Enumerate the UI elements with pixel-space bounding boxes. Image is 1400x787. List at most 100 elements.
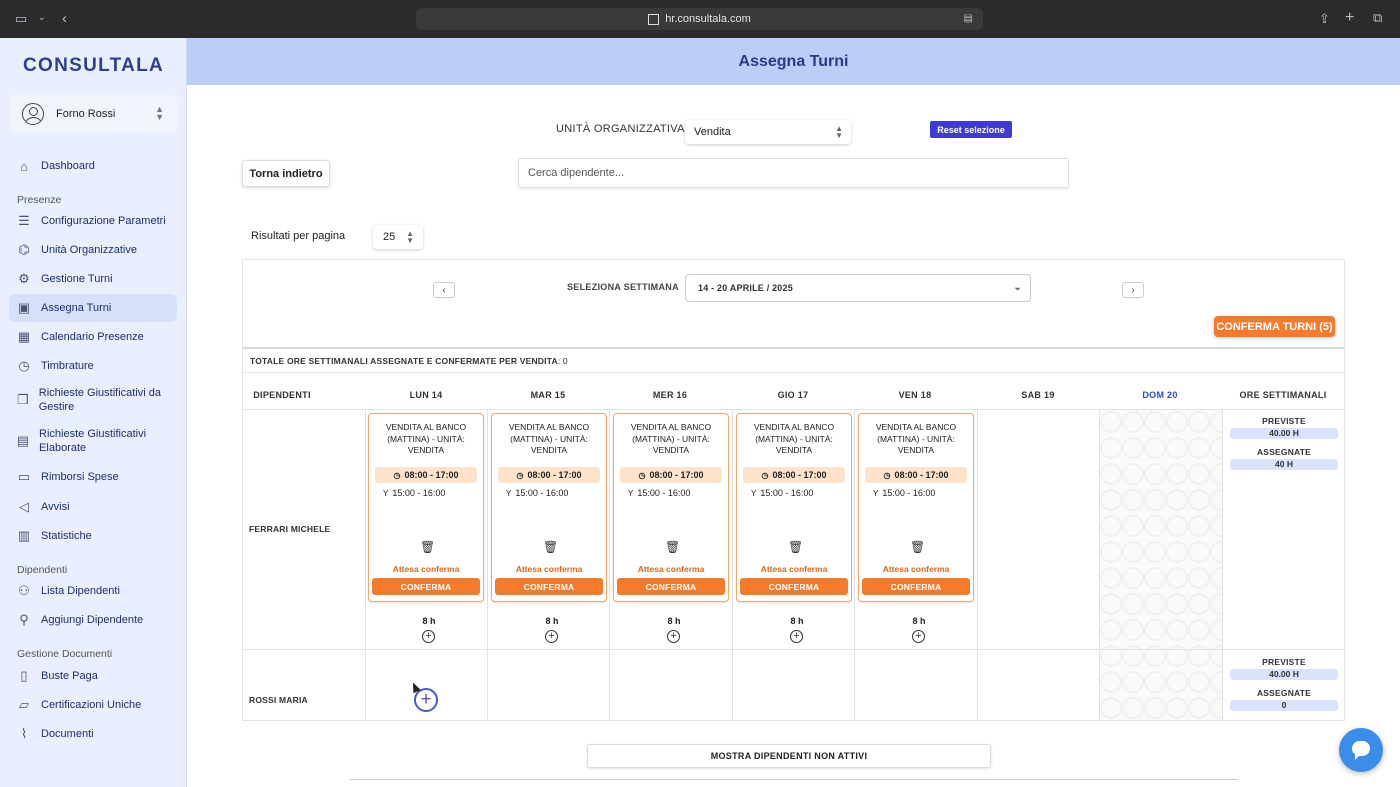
trash-icon[interactable]: 🗑: [420, 540, 435, 554]
sidebar-item-richieste-da-gestire[interactable]: ❐ Richieste Giustificativi da Gestire: [9, 382, 177, 418]
column-header-ore-settimanali: ORE SETTIMANALI: [1239, 389, 1327, 400]
cocktail-icon: Y: [873, 489, 879, 498]
shift-name: VENDITA AL BANCO (MATTINA) - UNITÀ: VEND…: [875, 422, 957, 455]
user-plus-icon: ⚲: [19, 612, 29, 627]
sidebar-item-rimborsi-spese[interactable]: ▭ Rimborsi Spese: [9, 463, 177, 491]
tabs-overview-icon[interactable]: ⧉: [1373, 11, 1382, 24]
address-bar[interactable]: hr.consultala.com ▤: [416, 8, 983, 30]
sidebar-item-assegna-turni[interactable]: ▣ Assegna Turni: [9, 294, 177, 322]
new-tab-icon[interactable]: +: [1345, 10, 1354, 26]
sidebar-item-label: Assegna Turni: [41, 302, 112, 314]
back-button[interactable]: Torna indietro: [242, 160, 330, 187]
clock-icon: ◷: [516, 470, 524, 480]
sidebar-item-timbrature[interactable]: ◷ Timbrature: [9, 352, 177, 380]
show-inactive-employees-button[interactable]: MOSTRA DIPENDENTI NON ATTIVI: [587, 744, 991, 768]
megaphone-icon: ◁: [19, 499, 29, 514]
shift-time-value: 08:00 - 17:00: [649, 470, 704, 480]
shift-break: Y 15:00 - 16:00: [751, 488, 813, 498]
row-divider: [243, 649, 1344, 650]
trash-icon[interactable]: 🗑: [543, 540, 558, 554]
shift-status: Attesa conferma: [760, 564, 828, 574]
confirm-shifts-button[interactable]: CONFERMA TURNI (5): [1214, 316, 1335, 337]
add-shift-icon[interactable]: +: [422, 630, 435, 643]
sidebar-item-buste-paga[interactable]: ▯ Buste Paga: [9, 662, 177, 690]
sidebar-item-avvisi[interactable]: ◁ Avvisi: [9, 493, 177, 521]
chevron-down-icon: ⌄: [1013, 282, 1022, 293]
results-per-page-label: Risultati per pagina: [251, 230, 346, 242]
totals-unit: VENDITA: [519, 355, 558, 366]
shift-status: Attesa conferma: [637, 564, 705, 574]
trash-icon[interactable]: 🗑: [910, 540, 925, 554]
shift-card[interactable]: VENDITA AL BANCO (MATTINA) - UNITÀ: VEND…: [736, 413, 852, 602]
cocktail-icon: Y: [383, 489, 389, 498]
weekly-totals-bar: TOTALE ORE SETTIMANALI ASSEGNATE E CONFE…: [243, 347, 1344, 373]
add-shift-icon[interactable]: +: [667, 630, 680, 643]
users-icon: ⚇: [18, 583, 30, 598]
shift-break-value: 15:00 - 16:00: [637, 488, 691, 498]
add-shift-icon[interactable]: +: [790, 630, 803, 643]
share-icon[interactable]: ⇪: [1319, 12, 1330, 25]
sidebar-item-documenti[interactable]: ⌇ Documenti: [9, 720, 177, 748]
org-unit-select[interactable]: Vendita ▲ ▼: [685, 120, 851, 144]
sidebar: CONSULTALA Forno Rossi ▲ ▼ ⌂ Dashboard Pr…: [0, 38, 187, 787]
sidebar-item-label: Lista Dipendenti: [41, 585, 120, 597]
trash-icon[interactable]: 🗑: [665, 540, 680, 554]
shift-break-value: 15:00 - 16:00: [760, 488, 814, 498]
sidebar-item-calendario-presenze[interactable]: ▦ Calendario Presenze: [9, 323, 177, 351]
week-select[interactable]: 14 - 20 APRILE / 2025 ⌄: [685, 274, 1031, 302]
trash-icon[interactable]: 🗑: [788, 540, 803, 554]
sidebar-item-certificazioni-uniche[interactable]: ▱ Certificazioni Uniche: [9, 691, 177, 719]
previste-value: 40.00 H: [1230, 428, 1338, 439]
confirm-shift-button[interactable]: CONFERMA: [617, 578, 725, 595]
company-switcher[interactable]: Forno Rossi ▲ ▼: [9, 95, 177, 133]
chat-button[interactable]: [1339, 728, 1383, 772]
shift-time: ◷ 08:00 - 17:00: [865, 467, 967, 483]
sidebar-item-label: Documenti: [41, 728, 94, 740]
sidebar-item-dashboard[interactable]: ⌂ Dashboard: [9, 152, 177, 180]
sidebar-item-statistiche[interactable]: ▥ Statistiche: [9, 522, 177, 550]
sidebar-item-richieste-elaborate[interactable]: ▤ Richieste Giustificativi Elaborate: [9, 423, 177, 459]
sidebar-item-lista-dipendenti[interactable]: ⚇ Lista Dipendenti: [9, 577, 177, 605]
add-shift-icon[interactable]: +: [912, 630, 925, 643]
column-header-sab: SAB 19: [1021, 389, 1055, 400]
totals-prefix: TOTALE ORE SETTIMANALI ASSEGNATE E CONFE…: [250, 355, 518, 366]
file-icon: ▯: [20, 668, 28, 683]
row-divider: [243, 409, 1344, 410]
shift-name: VENDITA AL BANCO (MATTINA) - UNITÀ: VEND…: [630, 422, 712, 455]
sidebar-item-label: Avvisi: [41, 501, 70, 513]
reader-icon[interactable]: ▤: [964, 13, 973, 24]
shift-name: VENDITA AL BANCO (MATTINA) - UNITÀ: VEND…: [508, 422, 590, 455]
sidebar-item-configurazione-parametri[interactable]: ☰ Configurazione Parametri: [9, 207, 177, 235]
shift-break-value: 15:00 - 16:00: [515, 488, 569, 498]
search-employee-input[interactable]: [518, 158, 1069, 188]
chevron-updown-icon: ▲ ▼: [406, 229, 414, 245]
add-shift-button[interactable]: +: [414, 688, 438, 712]
chevron-down-icon[interactable]: ⌄: [38, 13, 46, 22]
clock-icon: ◷: [393, 470, 401, 480]
next-week-button[interactable]: ›: [1122, 282, 1144, 298]
shift-card[interactable]: VENDITA AL BANCO (MATTINA) - UNITÀ: VEND…: [613, 413, 729, 602]
shift-card[interactable]: VENDITA AL BANCO (MATTINA) - UNITÀ: VEND…: [491, 413, 607, 602]
sidebar-item-gestione-turni[interactable]: ⚙ Gestione Turni: [9, 265, 177, 293]
add-shift-icon[interactable]: +: [545, 630, 558, 643]
shift-card[interactable]: VENDITA AL BANCO (MATTINA) - UNITÀ: VEND…: [858, 413, 974, 602]
previste-value: 40.00 H: [1230, 669, 1338, 680]
reset-selection-button[interactable]: Reset selezione: [930, 121, 1012, 138]
confirm-shift-button[interactable]: CONFERMA: [740, 578, 848, 595]
avatar: [22, 103, 44, 125]
column-divider: [977, 409, 978, 720]
sidebar-toggle-icon[interactable]: ▭: [15, 12, 27, 25]
previste-label: PREVISTE: [1262, 657, 1306, 667]
previous-week-button[interactable]: ‹: [433, 282, 455, 298]
sliders-icon: ☰: [18, 213, 30, 228]
confirm-shift-button[interactable]: CONFERMA: [862, 578, 970, 595]
confirm-shift-button[interactable]: CONFERMA: [372, 578, 480, 595]
back-arrow-icon[interactable]: ‹: [62, 11, 67, 26]
confirm-shift-button[interactable]: CONFERMA: [495, 578, 603, 595]
shift-card[interactable]: VENDITA AL BANCO (MATTINA) - UNITÀ: VEND…: [368, 413, 484, 602]
sidebar-item-unita-organizzative[interactable]: ⌬ Unità Organizzative: [9, 236, 177, 264]
sidebar-item-label: Unità Organizzative: [41, 244, 137, 256]
results-per-page-select[interactable]: 25 ▲ ▼: [373, 225, 423, 249]
sidebar-item-aggiungi-dipendente[interactable]: ⚲ Aggiungi Dipendente: [9, 606, 177, 634]
shift-time-value: 08:00 - 17:00: [527, 470, 582, 480]
